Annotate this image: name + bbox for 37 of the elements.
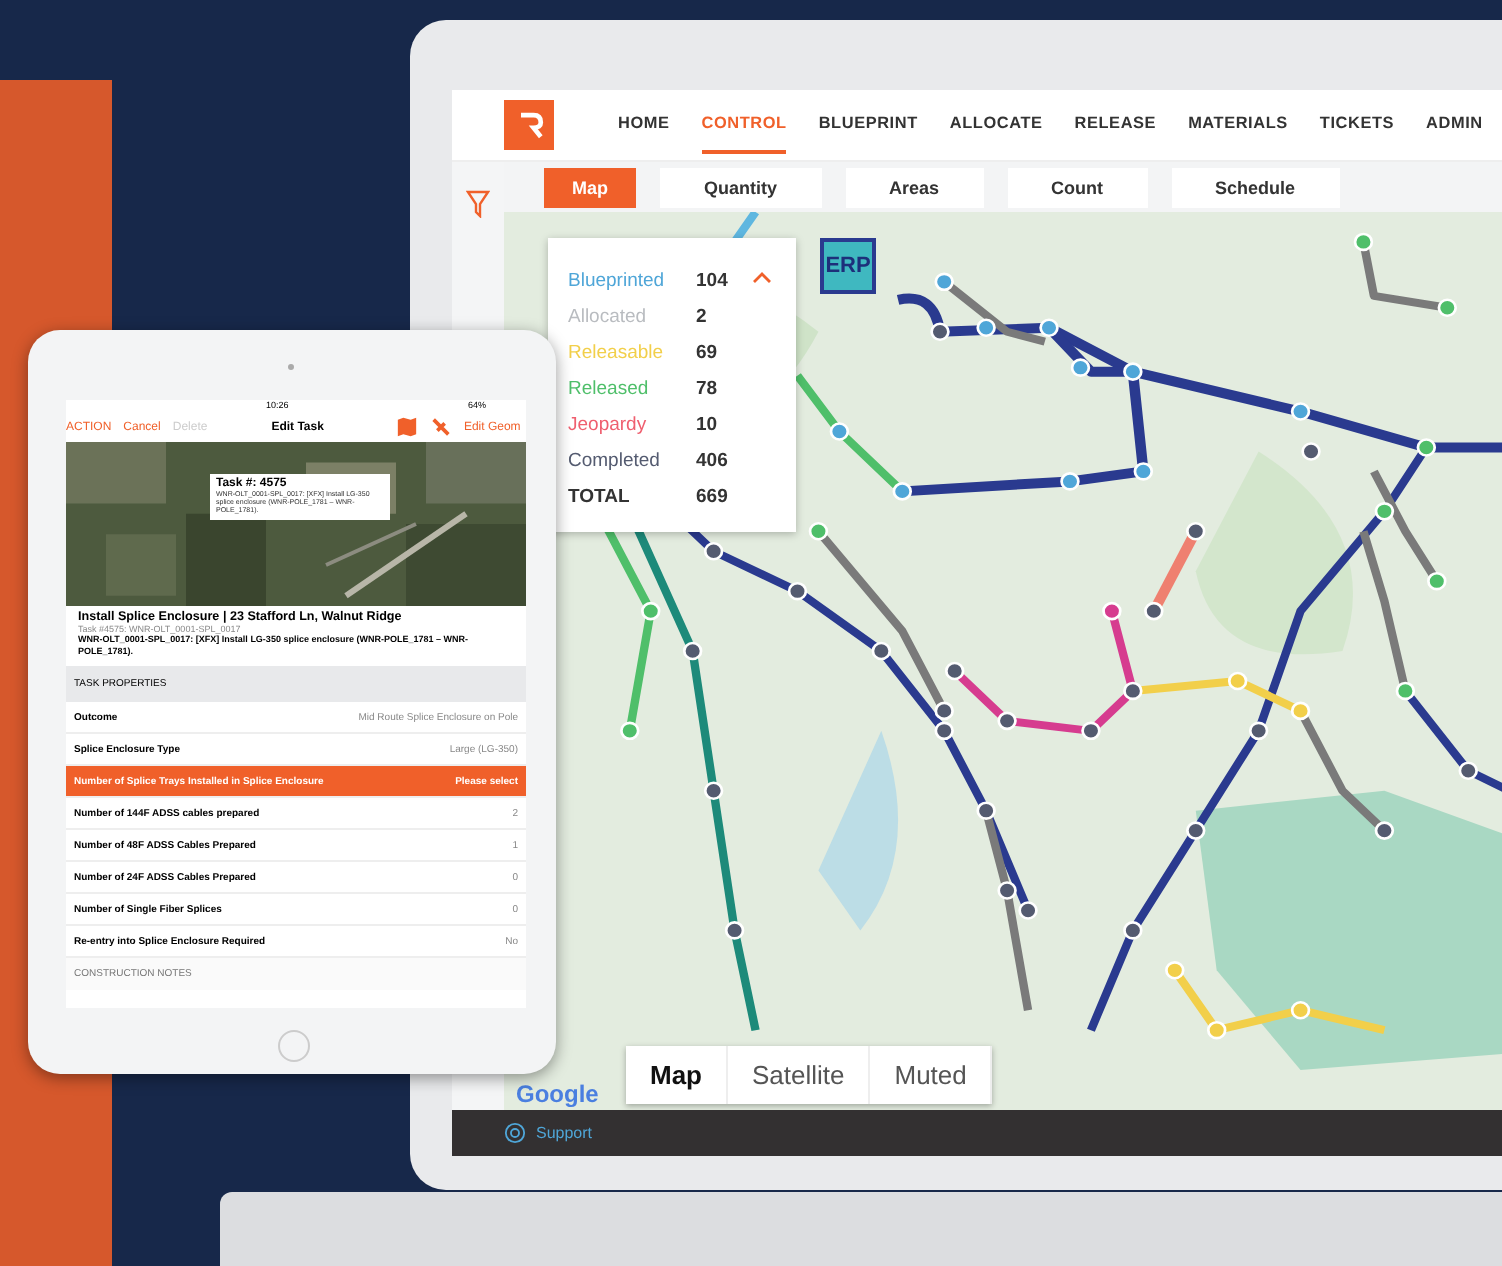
- legend-label: Releasable: [568, 341, 666, 363]
- view-tab[interactable]: Schedule: [1171, 167, 1340, 207]
- caret-icon[interactable]: [752, 272, 772, 284]
- logo-icon: [504, 100, 554, 150]
- nav-tab[interactable]: TICKETS: [1319, 96, 1395, 154]
- view-tab[interactable]: Areas: [845, 167, 984, 207]
- map-type-button[interactable]: Map: [626, 1046, 728, 1104]
- nav-tab[interactable]: RELEASE: [1074, 96, 1157, 154]
- nav-tab[interactable]: BLUEPRINT: [818, 96, 918, 154]
- map-attribution: Google: [516, 1080, 599, 1108]
- support-link[interactable]: Support: [536, 1124, 593, 1142]
- legend-total: 669: [696, 485, 728, 507]
- legend-label: Allocated: [568, 305, 649, 327]
- map-type-button[interactable]: Satellite: [728, 1046, 871, 1104]
- legend-total-label: TOTAL: [568, 485, 632, 507]
- view-tab[interactable]: Count: [1007, 167, 1148, 207]
- legend-count: 2: [696, 305, 707, 327]
- legend-label: Completed: [568, 449, 662, 471]
- camera-dot: [288, 364, 294, 370]
- legend-label: Blueprinted: [568, 269, 667, 291]
- nav-tab[interactable]: MATERIALS: [1188, 96, 1288, 154]
- lifebuoy-icon: [504, 1122, 526, 1144]
- legend-count: 78: [696, 377, 718, 399]
- map-type-button[interactable]: Muted: [870, 1046, 993, 1104]
- map-marker[interactable]: ERP: [820, 238, 876, 294]
- map-icon[interactable]: [395, 416, 418, 438]
- legend-label: Jeopardy: [568, 413, 649, 435]
- legend-label: Released: [568, 377, 651, 399]
- view-tab[interactable]: Quantity: [660, 167, 822, 207]
- nav-tab[interactable]: HOME: [618, 96, 670, 154]
- legend-count: 104: [696, 269, 728, 291]
- legend-count: 406: [696, 449, 728, 471]
- legend-count: 10: [696, 413, 718, 435]
- nav-tab[interactable]: ALLOCATE: [949, 96, 1043, 154]
- legend-count: 69: [696, 341, 718, 363]
- filter-icon[interactable]: [466, 190, 490, 218]
- nav-tab[interactable]: ADMIN: [1426, 96, 1483, 154]
